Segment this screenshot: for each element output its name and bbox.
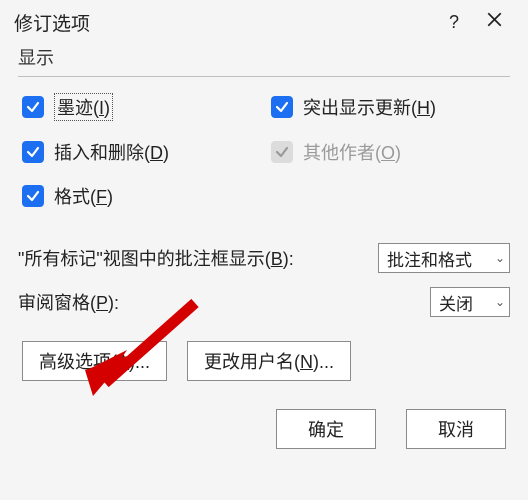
dialog-content: 显示 墨迹(I) 突出显示更新(H) 插入和删除(D) 其他作者(O) <box>0 40 528 449</box>
checkbox-label: 突出显示更新(H) <box>303 94 436 120</box>
chevron-down-icon: ⌄ <box>495 251 505 265</box>
display-options-grid: 墨迹(I) 突出显示更新(H) 插入和删除(D) 其他作者(O) 格式(F) <box>18 93 510 209</box>
action-button-row: 高级选项(A)... 更改用户名(N)... <box>18 341 510 381</box>
close-button[interactable] <box>474 12 514 32</box>
advanced-options-button[interactable]: 高级选项(A)... <box>22 341 167 381</box>
balloons-label: "所有标记"视图中的批注框显示(B): <box>18 245 294 271</box>
close-icon <box>487 12 502 27</box>
checkbox-box <box>22 141 44 163</box>
checkbox-highlight-updates[interactable]: 突出显示更新(H) <box>271 93 510 121</box>
reviewing-pane-label: 审阅窗格(P): <box>18 289 119 315</box>
checkbox-label: 格式(F) <box>54 183 113 209</box>
dialog-title: 修订选项 <box>14 9 434 36</box>
checkbox-box <box>271 141 293 163</box>
help-button[interactable]: ? <box>434 12 474 33</box>
change-username-button[interactable]: 更改用户名(N)... <box>187 341 351 381</box>
chevron-down-icon: ⌄ <box>495 295 505 309</box>
checkbox-other-authors: 其他作者(O) <box>271 139 510 165</box>
section-divider <box>18 76 510 77</box>
checkbox-label: 其他作者(O) <box>303 139 401 165</box>
checkbox-box <box>22 96 44 118</box>
balloons-select[interactable]: 批注和格式 ⌄ <box>378 243 510 273</box>
select-value: 关闭 <box>439 290 473 315</box>
checkbox-insertions-deletions[interactable]: 插入和删除(D) <box>22 139 261 165</box>
cancel-button[interactable]: 取消 <box>406 409 506 449</box>
row-reviewing-pane: 审阅窗格(P): 关闭 ⌄ <box>18 287 510 317</box>
checkbox-box <box>271 96 293 118</box>
ok-button[interactable]: 确定 <box>276 409 376 449</box>
checkbox-box <box>22 185 44 207</box>
checkbox-label: 墨迹(I) <box>54 93 113 121</box>
dialog-footer: 确定 取消 <box>18 409 510 449</box>
titlebar: 修订选项 ? <box>0 0 528 40</box>
checkbox-label: 插入和删除(D) <box>54 139 169 165</box>
checkbox-formatting[interactable]: 格式(F) <box>22 183 261 209</box>
checkbox-ink[interactable]: 墨迹(I) <box>22 93 261 121</box>
select-value: 批注和格式 <box>387 246 472 271</box>
section-display-label: 显示 <box>18 44 510 70</box>
reviewing-pane-select[interactable]: 关闭 ⌄ <box>430 287 510 317</box>
row-balloons: "所有标记"视图中的批注框显示(B): 批注和格式 ⌄ <box>18 243 510 273</box>
